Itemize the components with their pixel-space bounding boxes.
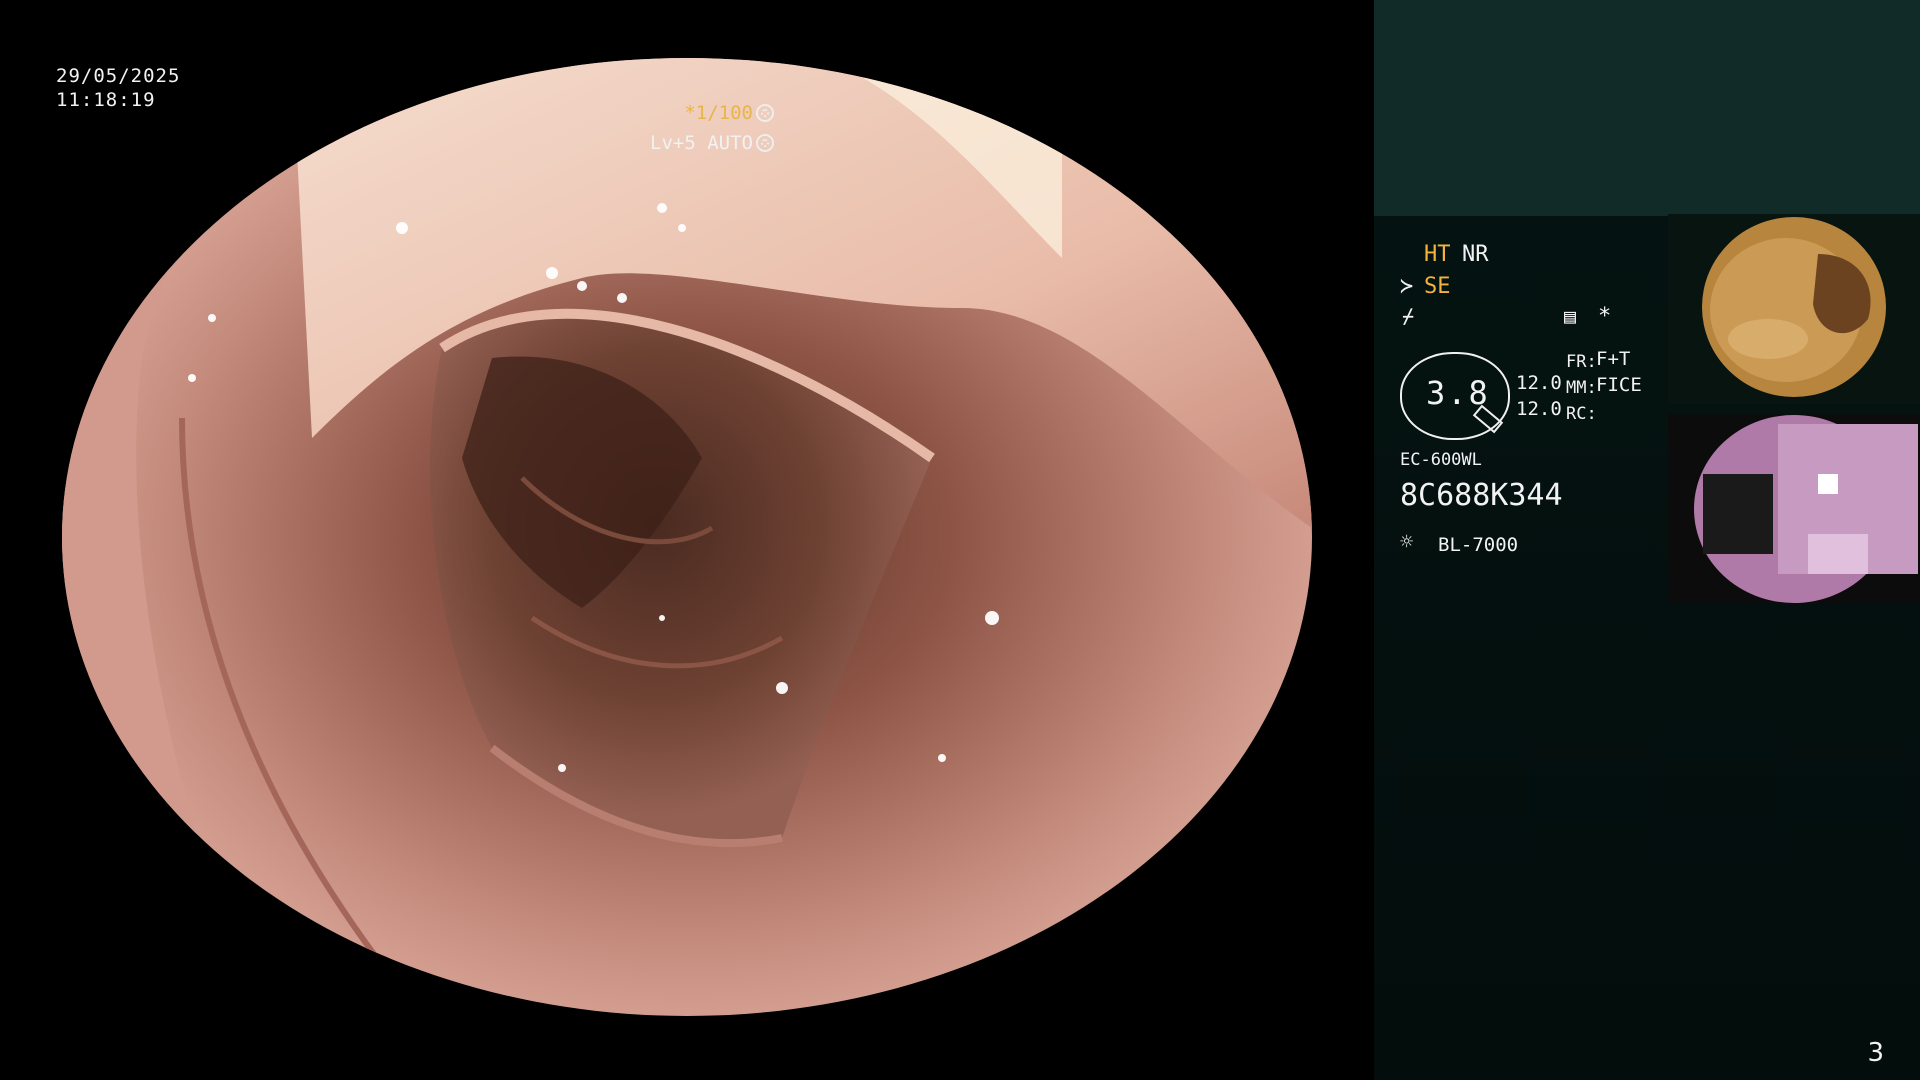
thumbnail-capture-2[interactable]	[1668, 414, 1920, 604]
auto-glyph-icon	[756, 134, 774, 152]
endoscopy-image	[62, 58, 1312, 1016]
page-number: 3	[1867, 1038, 1884, 1068]
shutter-text: *1/100	[684, 102, 753, 124]
fr-value: F+T	[1596, 348, 1631, 370]
light-source: BL-7000	[1438, 534, 1519, 556]
exposure-info: *1/100 Lv+5 AUTO	[650, 98, 774, 158]
enhance-icon: ≻	[1400, 274, 1414, 299]
val2-text: 12.0	[1516, 398, 1562, 420]
asterisk-icon: *	[1598, 304, 1612, 329]
level-text: Lv+5 AUTO	[650, 132, 753, 154]
date-text: 29/05/2025	[56, 65, 181, 87]
se-label: SE	[1424, 274, 1451, 299]
fr-label: FR:	[1566, 352, 1597, 372]
rc-label: RC:	[1566, 404, 1597, 424]
val1-text: 12.0	[1516, 372, 1562, 394]
scope-serial: 8C688K344	[1400, 478, 1563, 513]
scope-model: EC-600WL	[1400, 450, 1482, 470]
shutter-glyph-icon	[756, 104, 774, 122]
lightbulb-icon: ☼	[1400, 530, 1414, 555]
thumbnail-capture-1[interactable]	[1668, 214, 1920, 404]
mm-label: MM:	[1566, 378, 1597, 398]
ht-label: HT	[1424, 242, 1451, 267]
filter-icon: ⌿	[1402, 304, 1415, 328]
nr-label: NR	[1462, 242, 1489, 267]
datetime-stamp: 29/05/2025 11:18:19	[56, 64, 180, 112]
time-text: 11:18:19	[56, 89, 156, 111]
mm-value: FICE	[1596, 374, 1642, 396]
endoscope-view: 29/05/2025 11:18:19 *1/100 Lv+5 AUTO	[0, 0, 1372, 1080]
panel-header	[1374, 0, 1920, 216]
freeze-icon: ▤	[1564, 304, 1577, 328]
